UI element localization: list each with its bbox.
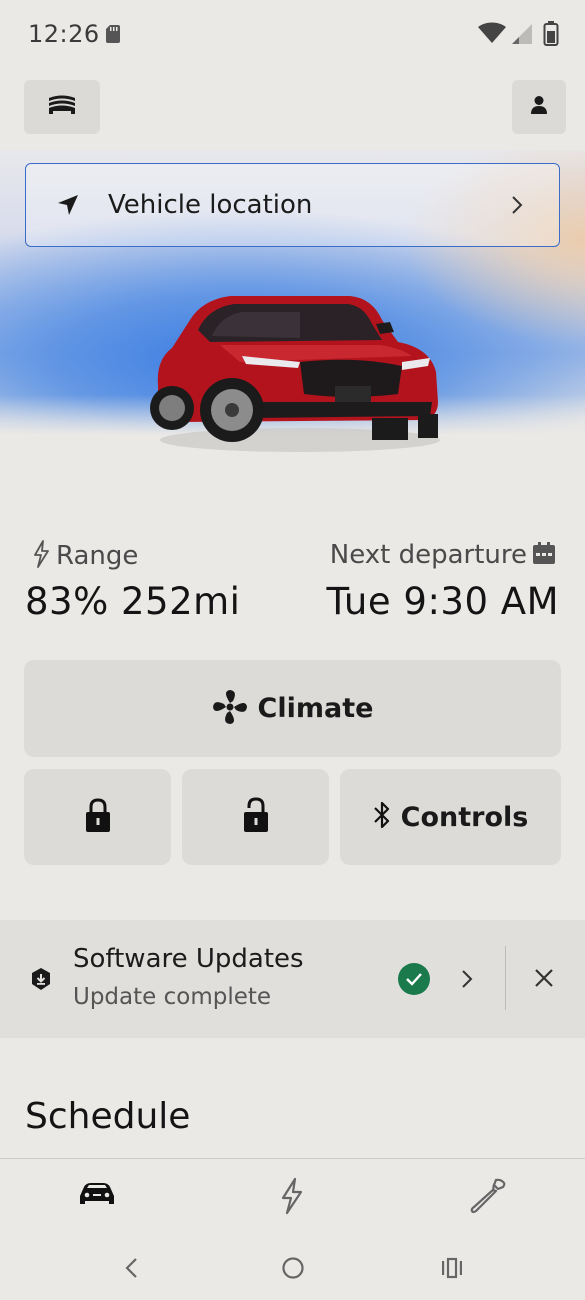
- tab-service[interactable]: [470, 1177, 508, 1219]
- car-icon: [78, 1183, 116, 1212]
- bolt-icon: [279, 1177, 305, 1219]
- software-updates-status: Update complete: [73, 984, 272, 1010]
- garage-button[interactable]: [24, 80, 100, 134]
- status-time: 12:26: [28, 20, 100, 48]
- nav-back-button[interactable]: [122, 1256, 142, 1284]
- nav-home-button[interactable]: [281, 1256, 305, 1284]
- close-icon[interactable]: [533, 967, 555, 993]
- software-updates-card[interactable]: [0, 920, 585, 1038]
- cell-signal-icon: [510, 22, 534, 50]
- chevron-right-icon: [510, 194, 524, 220]
- tab-vehicle[interactable]: [78, 1180, 116, 1212]
- person-icon: [530, 95, 548, 119]
- vehicle-image: [150, 290, 445, 459]
- controls-label: Controls: [400, 801, 529, 833]
- bolt-icon: [32, 540, 50, 572]
- schedule-heading: Schedule: [25, 1096, 191, 1137]
- vehicle-location-label: Vehicle location: [108, 190, 313, 220]
- climate-button[interactable]: Climate: [24, 660, 561, 757]
- sd-card-icon: [105, 24, 121, 48]
- garage-stack-icon: [46, 93, 78, 121]
- profile-button[interactable]: [512, 80, 566, 134]
- departure-value: Tue 9:30 AM: [326, 580, 559, 623]
- check-circle-icon: [397, 962, 431, 1000]
- lock-icon: [85, 797, 111, 837]
- software-updates-title: Software Updates: [73, 944, 304, 974]
- tab-charging[interactable]: [279, 1177, 305, 1219]
- wifi-icon: [478, 22, 506, 48]
- chevron-right-icon[interactable]: [459, 967, 475, 995]
- bluetooth-icon: [373, 799, 391, 835]
- battery-icon: [543, 21, 559, 51]
- navigation-arrow-icon: [56, 193, 80, 221]
- range-label-row: Range: [32, 540, 138, 572]
- departure-label: Next departure: [329, 540, 527, 570]
- unlock-button[interactable]: [182, 769, 329, 865]
- fan-icon: [212, 689, 248, 729]
- vehicle-location-button[interactable]: Vehicle location: [25, 163, 560, 247]
- range-label: Range: [56, 541, 139, 571]
- controls-button[interactable]: Controls: [340, 769, 561, 865]
- range-value: 83% 252mi: [25, 580, 241, 623]
- download-shield-icon: [30, 967, 52, 995]
- climate-label: Climate: [257, 693, 374, 724]
- lock-button[interactable]: [24, 769, 171, 865]
- divider: [505, 946, 506, 1010]
- departure-label-row: Next departure: [330, 540, 557, 570]
- nav-recents-button[interactable]: [440, 1256, 464, 1284]
- wrench-icon: [470, 1178, 508, 1219]
- unlock-icon: [243, 797, 269, 837]
- calendar-icon: [531, 540, 557, 570]
